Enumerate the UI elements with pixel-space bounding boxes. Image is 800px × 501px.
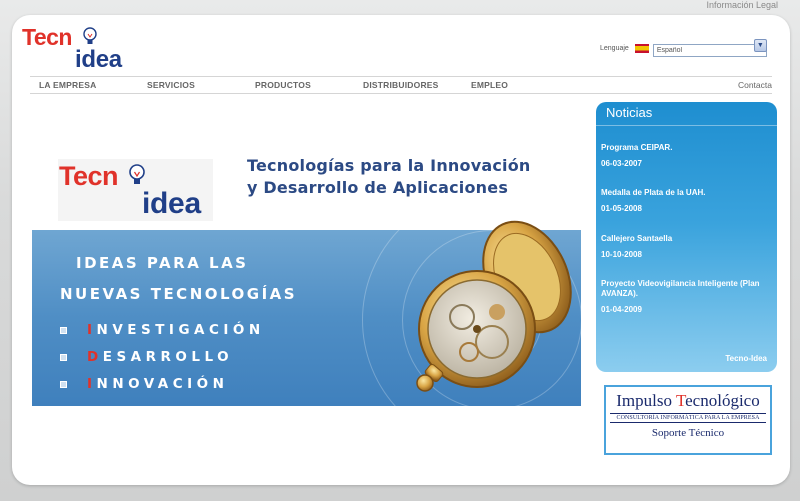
legal-info-link[interactable]: Información Legal <box>706 0 778 10</box>
list-rest: NVESTIGACIÓN <box>96 322 265 338</box>
spain-flag-icon[interactable] <box>634 43 649 53</box>
banner-title-line2: y Desarrollo de Aplicaciones <box>247 178 509 197</box>
bullet-square-icon <box>60 380 67 388</box>
language-selector: Lenguaje Español ▼ <box>600 39 767 57</box>
news-item-title: Programa CEIPAR. <box>601 143 673 152</box>
nav-item-servicios[interactable]: SERVICIOS <box>147 80 195 90</box>
banner-list-item: I NNOVACIÓN <box>60 376 228 392</box>
list-rest: NNOVACIÓN <box>96 376 229 392</box>
news-item-title: Medalla de Plata de la UAH. <box>601 188 706 197</box>
hero-banner: Tecn idea Tecnologías para la Innovación… <box>32 155 581 406</box>
news-item-title: Callejero Santaella <box>601 234 673 243</box>
news-item[interactable]: Proyecto Videovigilancia Inteligente (Pl… <box>601 279 773 315</box>
site-logo[interactable]: Tecn idea <box>22 21 142 73</box>
news-panel: Noticias Programa CEIPAR. 06-03-2007 Med… <box>596 102 777 372</box>
nav-item-distribuidores[interactable]: DISTRIBUIDORES <box>363 80 439 90</box>
logo-text-part1: Tecn <box>22 24 72 50</box>
list-initial: D <box>87 349 103 365</box>
banner-title-line1: Tecnologías para la Innovación <box>247 156 531 175</box>
news-footer: Tecno-Idea <box>725 354 767 363</box>
banner-title: Tecnologías para la Innovación y Desarro… <box>247 155 530 199</box>
impulso-title: Impulso Tecnológico <box>606 391 770 411</box>
logo-text-part2: idea <box>75 46 122 73</box>
page-container: Tecn idea Lenguaje Español ▼ LA EMPRESA … <box>12 15 790 485</box>
list-initial: I <box>87 376 97 392</box>
main-nav: LA EMPRESA SERVICIOS PRODUCTOS DISTRIBUI… <box>30 76 772 94</box>
news-heading: Noticias <box>596 102 777 126</box>
bullet-square-icon <box>60 353 67 361</box>
impulso-title-initial: T <box>675 391 686 410</box>
news-item-date: 01-05-2008 <box>601 204 642 213</box>
news-item[interactable]: Medalla de Plata de la UAH. 01-05-2008 <box>601 188 705 214</box>
bullet-square-icon <box>60 326 67 334</box>
list-initial: I <box>87 322 97 338</box>
nav-item-empleo[interactable]: EMPLEO <box>471 80 508 90</box>
banner-heading-line1: IDEAS PARA LAS <box>76 254 249 272</box>
news-item-date: 06-03-2007 <box>601 159 642 168</box>
nav-item-la-empresa[interactable]: LA EMPRESA <box>39 80 96 90</box>
pocket-watch-illustration <box>416 220 572 392</box>
news-item[interactable]: Programa CEIPAR. 06-03-2007 <box>601 143 672 169</box>
impulso-title-part1: Impulso <box>616 391 676 410</box>
banner-logo-part1: Tecn <box>59 161 119 191</box>
nav-contact-link[interactable]: Contacta <box>738 80 772 90</box>
language-dropdown-wrap: Español ▼ <box>652 39 767 57</box>
banner-logo-part2: idea <box>142 187 201 220</box>
impulso-support: Soporte Técnico <box>651 427 725 439</box>
lightbulb-icon <box>129 164 145 184</box>
chevron-down-icon[interactable]: ▼ <box>753 39 767 52</box>
list-rest: ESARROLLO <box>102 349 234 365</box>
lightbulb-icon <box>83 27 97 44</box>
news-item-date: 01-04-2009 <box>601 305 642 314</box>
language-label: Lenguaje <box>600 44 629 52</box>
news-item-date: 10-10-2008 <box>601 250 642 259</box>
nav-item-productos[interactable]: PRODUCTOS <box>255 80 311 90</box>
impulso-tecnologico-banner[interactable]: Impulso Tecnológico CONSULTORÍA INFORMÁT… <box>604 385 772 455</box>
impulso-title-part3: ecnológico <box>685 391 760 410</box>
language-dropdown[interactable]: Español <box>652 44 767 57</box>
impulso-subtitle: CONSULTORÍA INFORMÁTICA PARA LA EMPRESA <box>610 413 766 423</box>
banner-list-item: I NVESTIGACIÓN <box>60 322 265 338</box>
banner-list-item: D ESARROLLO <box>60 349 233 365</box>
banner-logo: Tecn idea <box>58 159 213 221</box>
news-item-title: Proyecto Videovigilancia Inteligente (Pl… <box>601 279 760 298</box>
news-item[interactable]: Callejero Santaella 10-10-2008 <box>601 234 672 260</box>
banner-heading-line2: NUEVAS TECNOLOGÍAS <box>60 285 298 303</box>
